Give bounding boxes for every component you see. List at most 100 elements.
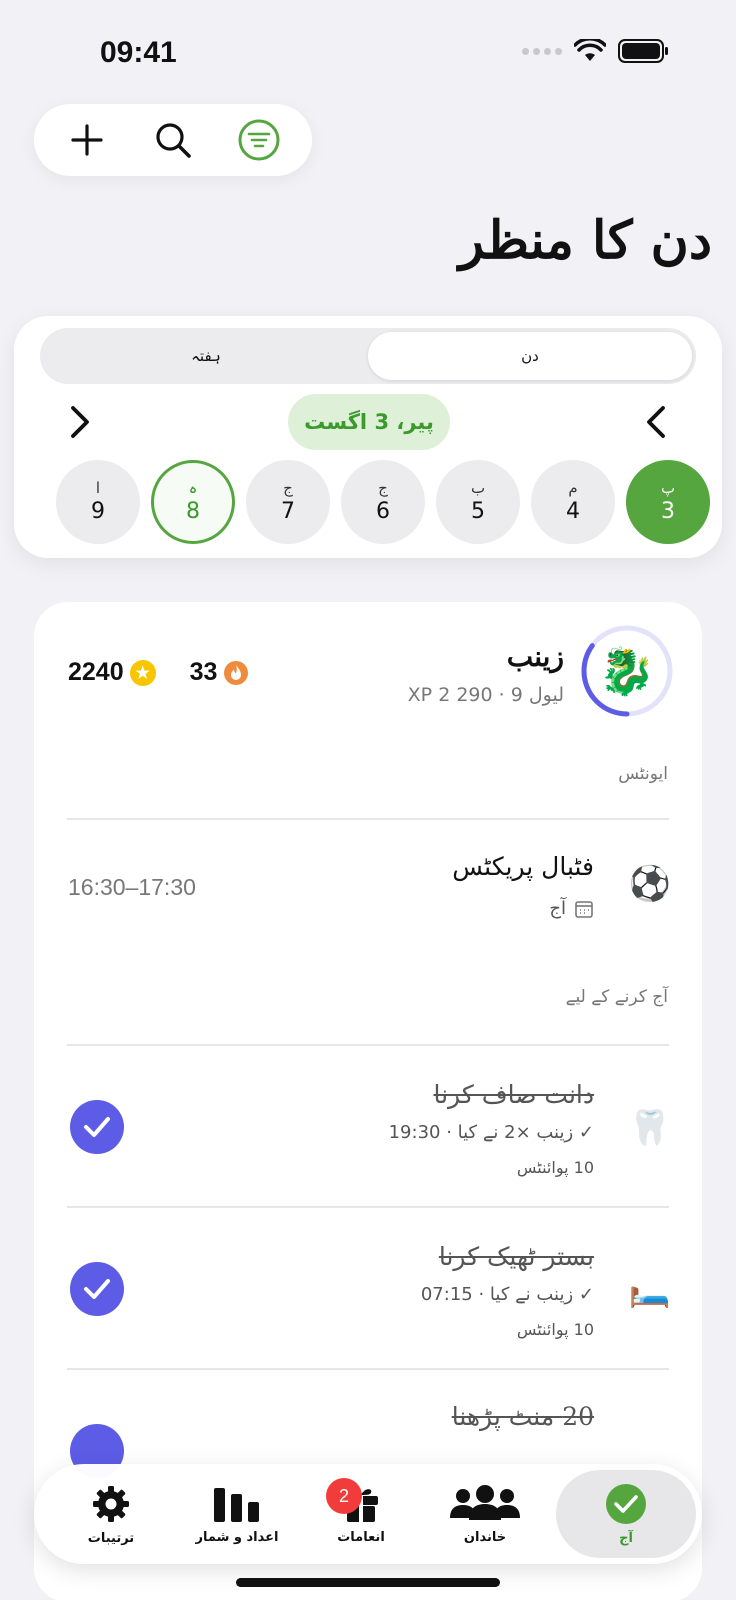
tab-family[interactable]: خاندان	[420, 1470, 550, 1558]
next-day-button[interactable]	[58, 400, 102, 444]
day-letter: م	[568, 479, 578, 497]
selected-date-label[interactable]: پیر، 3 اگست	[288, 394, 450, 450]
battery-icon	[618, 39, 668, 63]
search-button[interactable]	[143, 110, 203, 170]
cellular-icon	[522, 47, 562, 55]
search-icon	[156, 123, 191, 158]
avatar[interactable]: 🐉	[580, 624, 674, 718]
tab-bar: ترتیبات اعداد و شمار انعامات 2 خاندان آج	[34, 1464, 702, 1564]
day-picker: پ 3 م 4 ب 5 ج 6 ج 7 ہ 8 ا 9	[40, 460, 710, 546]
day-number: 6	[376, 499, 390, 524]
day-letter: ج	[378, 479, 388, 497]
checkmark-icon	[84, 1279, 110, 1299]
date-card: دن ہفتہ پیر، 3 اگست پ 3 م 4 ب 5 ج 6 ج 7 …	[14, 316, 722, 558]
tab-rewards[interactable]: انعامات 2	[296, 1470, 426, 1558]
status-bar: 09:41	[0, 0, 736, 100]
people-icon	[450, 1484, 520, 1520]
day-content-card: 🐉 زینب لیول 9 · 290 2 XP 2240 ★ 33 ایونٹ…	[34, 602, 702, 1600]
day-number: 5	[471, 499, 485, 524]
tab-statistics[interactable]: اعداد و شمار	[172, 1470, 302, 1558]
status-icons	[522, 38, 670, 64]
day-9[interactable]: ا 9	[56, 460, 140, 544]
event-subtitle: آج	[549, 898, 566, 919]
status-time: 09:41	[100, 36, 177, 69]
add-button[interactable]	[57, 110, 117, 170]
previous-day-button[interactable]	[634, 400, 678, 444]
task-points: 10 پوائنٹس	[516, 1158, 594, 1177]
page-title: دن کا منظر	[458, 210, 712, 271]
day-6[interactable]: ج 6	[341, 460, 425, 544]
day-letter: ہ	[188, 479, 198, 497]
profile-name: زینب	[506, 640, 564, 673]
task-complete-toggle[interactable]	[70, 1100, 124, 1154]
home-indicator	[236, 1578, 500, 1587]
tab-label: خاندان	[463, 1529, 507, 1545]
day-letter: ب	[470, 479, 486, 497]
streak-stat: 33	[190, 658, 250, 687]
soccer-ball-icon: ⚽	[628, 864, 672, 904]
check-circle-icon	[606, 1483, 646, 1524]
tab-label: ترتیبات	[87, 1530, 135, 1546]
todo-section-label: آج کرنے کے لیے	[565, 987, 668, 1007]
filter-button[interactable]	[229, 110, 289, 170]
segment-day[interactable]: دن	[368, 332, 692, 380]
day-number: 8	[186, 499, 200, 524]
tab-label: اعداد و شمار	[195, 1529, 279, 1545]
tab-label: آج	[619, 1530, 633, 1546]
chevron-right-icon	[71, 406, 89, 438]
rewards-badge: 2	[326, 1478, 362, 1514]
chevron-left-icon	[647, 406, 665, 438]
task-completed-by: ✓ زینب ×2 نے کیا · 19:30	[388, 1122, 594, 1143]
divider	[67, 1044, 669, 1046]
filter-icon	[238, 119, 280, 161]
flame-icon	[224, 660, 249, 685]
events-section-label: ایونٹس	[618, 764, 668, 784]
divider	[67, 1368, 669, 1370]
wifi-icon	[574, 39, 606, 61]
day-letter: ا	[95, 479, 101, 497]
event-time: 16:30–17:30	[68, 874, 196, 900]
tab-label: انعامات	[337, 1529, 385, 1545]
divider	[67, 818, 669, 820]
bar-chart-icon	[214, 1487, 259, 1522]
gear-icon	[93, 1485, 129, 1522]
day-letter: ج	[283, 479, 293, 497]
day-number: 7	[281, 499, 295, 524]
event-title: فٹبال پریکٹس	[452, 852, 594, 881]
event-subtitle-row: آج	[549, 898, 594, 919]
view-segmented-control: دن ہفتہ	[40, 328, 696, 384]
toolbar	[34, 104, 312, 176]
segment-week[interactable]: ہفتہ	[44, 332, 368, 380]
day-5[interactable]: ب 5	[436, 460, 520, 544]
task-completed-by: ✓ زینب نے کیا · 07:15	[420, 1284, 594, 1305]
tab-today[interactable]: آج	[556, 1470, 696, 1558]
day-letter: پ	[660, 479, 676, 497]
task-title: بستر ٹھیک کرنا	[438, 1242, 594, 1271]
tooth-icon: 🦷	[628, 1108, 672, 1148]
profile-stats: 2240 ★ 33	[68, 658, 249, 687]
checkmark-icon	[84, 1117, 110, 1137]
task-complete-toggle[interactable]	[70, 1262, 124, 1316]
star-icon: ★	[129, 659, 156, 686]
task-points: 10 پوائنٹس	[516, 1320, 594, 1339]
plus-icon	[71, 124, 103, 156]
day-number: 3	[661, 499, 675, 524]
day-number: 9	[91, 499, 105, 524]
streak-count: 33	[189, 658, 218, 686]
stars-count: 2240	[68, 658, 124, 686]
stars-stat: 2240 ★	[68, 658, 156, 687]
day-8[interactable]: ہ 8	[151, 460, 235, 544]
profile-row[interactable]: 🐉 زینب لیول 9 · 290 2 XP 2240 ★ 33	[34, 602, 702, 722]
task-title: دانت صاف کرنا	[433, 1080, 594, 1109]
day-7[interactable]: ج 7	[246, 460, 330, 544]
avatar-image: 🐉	[592, 636, 662, 706]
tab-settings[interactable]: ترتیبات	[46, 1470, 176, 1558]
day-number: 4	[566, 499, 580, 524]
day-4[interactable]: م 4	[531, 460, 615, 544]
task-title: 20 منٹ پڑھنا	[451, 1402, 594, 1431]
divider	[67, 1206, 669, 1208]
day-3[interactable]: پ 3	[626, 460, 710, 544]
profile-level: لیول 9 · 290 2 XP	[407, 684, 564, 706]
calendar-icon	[575, 900, 593, 918]
bed-icon: 🛏️	[628, 1270, 672, 1310]
